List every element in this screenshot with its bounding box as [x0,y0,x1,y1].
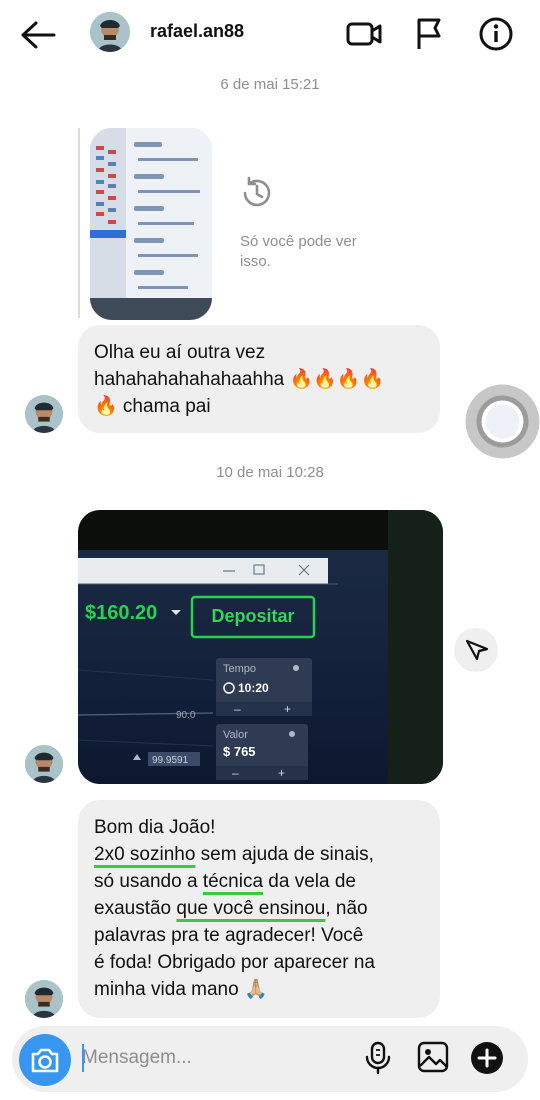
balance-amount: $160.20 [85,602,157,624]
message-line: minha vida mano 🙏🏼 [94,979,268,1000]
plus-icon[interactable] [470,1041,504,1075]
value-label: Valor [223,729,248,741]
svg-text:+: + [278,766,285,780]
message-timestamp: 6 de mai 15:21 [220,76,320,93]
value-amount: $ 765 [223,744,256,759]
message-line: Olha eu aí outra vez [94,342,266,363]
svg-text:+: + [284,702,291,716]
highlighted-text: 2x0 sozinho [94,844,196,865]
text-segment: da vela de [263,871,356,892]
time-label: Tempo [223,663,256,675]
photo-message[interactable]: $160.20 Depositar Tempo 10:20 – + 90.0 V… [78,510,443,784]
reply-indicator-line [78,128,80,318]
deposit-button-label: Depositar [211,606,294,626]
price-tag: 99.9591 [152,755,189,766]
conversation-username[interactable]: rafael.an88 [150,21,244,42]
time-value: 10:20 [238,681,269,695]
message-bubble: Bom dia João! 2x0 sozinho sem ajuda de s… [78,800,440,1018]
text-segment: só usando a [94,871,203,892]
text-segment: sem ajuda de sinais, [195,844,374,865]
message-line: 2x0 sozinho sem ajuda de sinais, [94,841,424,868]
message-line: exaustão que você ensinou, não [94,895,424,922]
message-line: é foda! Obrigado por aparecer na [94,952,375,973]
flag-icon[interactable] [410,14,450,54]
back-arrow-icon[interactable] [18,18,58,52]
message-line: hahahahahahahaahha 🔥🔥🔥🔥 [94,369,385,390]
message-line: palavras pra te agradecer! Você [94,925,364,946]
highlighted-text: que você ensinou [176,898,326,919]
avatar[interactable] [25,980,63,1018]
svg-text:–: – [232,766,239,780]
shared-photo[interactable] [90,128,212,320]
text-segment: , não [325,898,368,919]
text-cursor [82,1044,84,1072]
avatar[interactable] [25,745,63,783]
microphone-icon[interactable] [362,1040,394,1076]
avatar[interactable] [25,395,63,433]
info-icon[interactable] [476,14,516,54]
avatar[interactable] [90,12,130,52]
gallery-icon[interactable] [416,1040,450,1074]
message-timestamp: 10 de mai 10:28 [216,464,324,481]
view-once-note: Só você pode ver isso. [240,233,357,270]
chart-level-label: 90.0 [176,710,196,721]
message-line: só usando a técnica da vela de [94,868,424,895]
message-line: Bom dia João! [94,817,216,838]
message-line: 🔥 chama pai [94,396,211,417]
share-icon[interactable] [454,628,498,672]
svg-text:–: – [234,702,241,716]
text-segment: exaustão [94,898,177,919]
message-bubble: Olha eu aí outra vez hahahahahahahaahha … [78,325,440,433]
camera-icon[interactable] [19,1034,71,1086]
history-icon [238,174,276,212]
highlighted-text: técnica [202,871,264,892]
video-call-icon[interactable] [344,14,384,54]
message-input[interactable] [82,1040,342,1076]
floating-assistive-button[interactable] [465,384,540,459]
